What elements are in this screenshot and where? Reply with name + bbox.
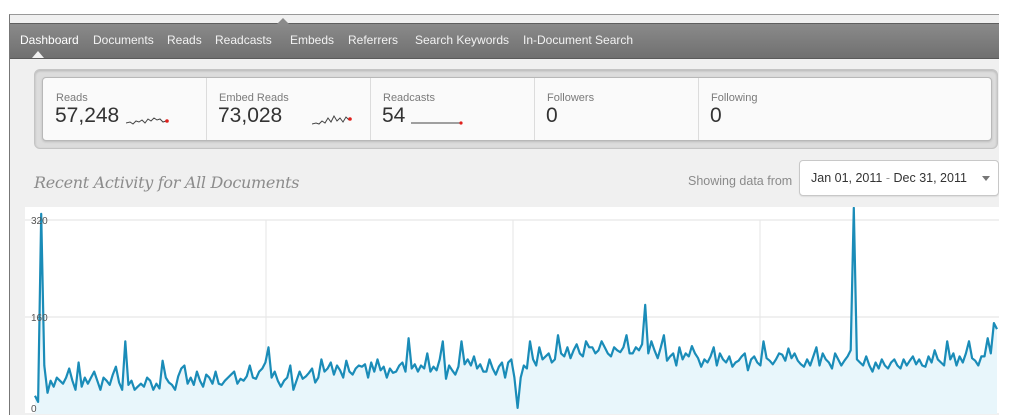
top-navigation: Dashboard Documents Reads Readcasts Embe… [10, 18, 999, 59]
stat-value: 73,028 [218, 104, 283, 127]
stat-label: Followers [547, 92, 595, 104]
tab-embeds[interactable]: Embeds [290, 24, 334, 58]
stat-value: 0 [710, 104, 722, 127]
date-range-prefix: Showing data from [688, 174, 793, 188]
activity-chart-svg: 0 160 320 [25, 206, 999, 415]
readcasts-sparkline [411, 121, 463, 125]
nav-pointer-caret [276, 18, 290, 25]
reads-sparkline [126, 117, 169, 125]
date-range-separator: - [885, 171, 891, 185]
stat-label: Reads [56, 92, 88, 104]
stat-readcasts[interactable]: Readcasts 54 [370, 78, 535, 140]
stat-value: 0 [546, 104, 558, 127]
tab-documents[interactable]: Documents [93, 24, 154, 58]
chevron-down-icon [982, 176, 990, 181]
section-title: Recent Activity for All Documents [34, 173, 300, 192]
stat-followers[interactable]: Followers 0 [534, 78, 699, 140]
stats-panel: Reads 57,248 Embed Reads 73,028 Readcast… [34, 69, 998, 149]
stat-embed-reads[interactable]: Embed Reads 73,028 [206, 78, 371, 140]
stat-following[interactable]: Following 0 [698, 78, 989, 140]
stat-label: Following [711, 92, 758, 104]
tab-in-document-search[interactable]: In-Document Search [523, 24, 633, 58]
y-tick-label: 0 [31, 404, 37, 415]
stat-label: Embed Reads [219, 92, 289, 104]
app-frame: Dashboard Documents Reads Readcasts Embe… [9, 14, 999, 415]
tab-dashboard[interactable]: Dashboard [20, 24, 79, 58]
tab-search-keywords[interactable]: Search Keywords [415, 24, 509, 58]
y-tick-label: 160 [31, 313, 48, 324]
y-tick-label: 320 [31, 216, 48, 227]
date-range-start: Jan 01, 2011 [811, 171, 883, 185]
tab-readcasts[interactable]: Readcasts [215, 24, 272, 58]
stat-label: Readcasts [383, 92, 435, 104]
date-range-text: Jan 01, 2011 - Dec 31, 2011 [811, 171, 967, 185]
activity-chart: 0 160 320 [25, 206, 999, 415]
date-range-end: Dec 31, 2011 [893, 171, 967, 185]
embed-reads-sparkline [312, 114, 352, 125]
stat-value: 54 [382, 104, 406, 127]
stats-bar: Reads 57,248 Embed Reads 73,028 Readcast… [42, 77, 992, 141]
stat-reads[interactable]: Reads 57,248 [43, 78, 207, 140]
stat-value: 57,248 [55, 104, 120, 127]
tab-reads[interactable]: Reads [167, 24, 202, 58]
active-tab-caret [32, 51, 44, 58]
tab-referrers[interactable]: Referrers [348, 24, 398, 58]
date-range-dropdown[interactable]: Jan 01, 2011 - Dec 31, 2011 [799, 160, 999, 196]
